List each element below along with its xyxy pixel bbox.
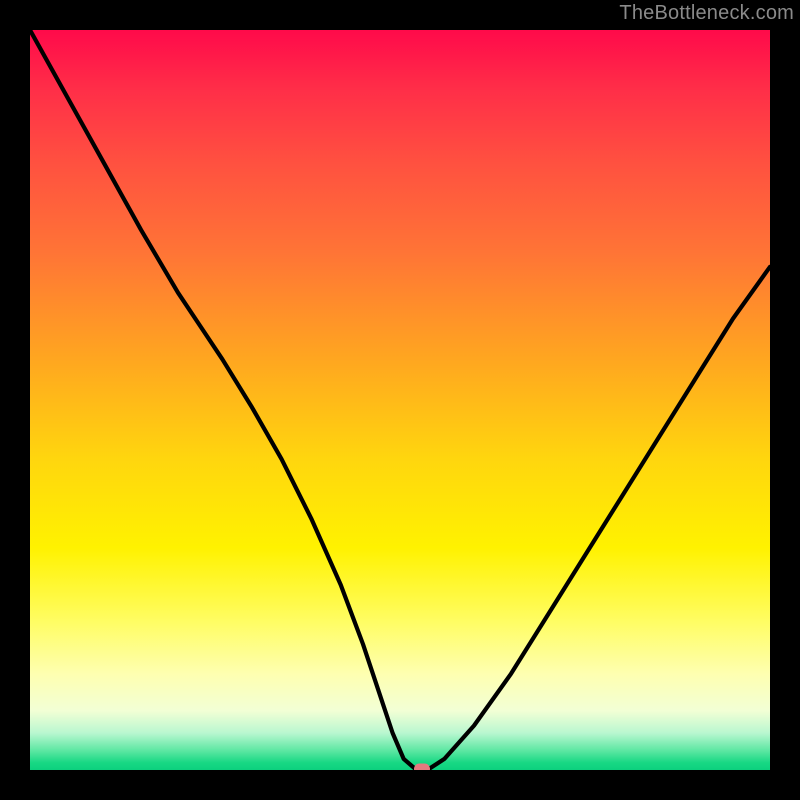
curve-path [30,30,770,769]
chart-frame: TheBottleneck.com [0,0,800,800]
minimum-marker-icon [414,763,430,770]
watermark-text: TheBottleneck.com [619,2,794,25]
plot-area [30,30,770,770]
bottleneck-curve [30,30,770,770]
